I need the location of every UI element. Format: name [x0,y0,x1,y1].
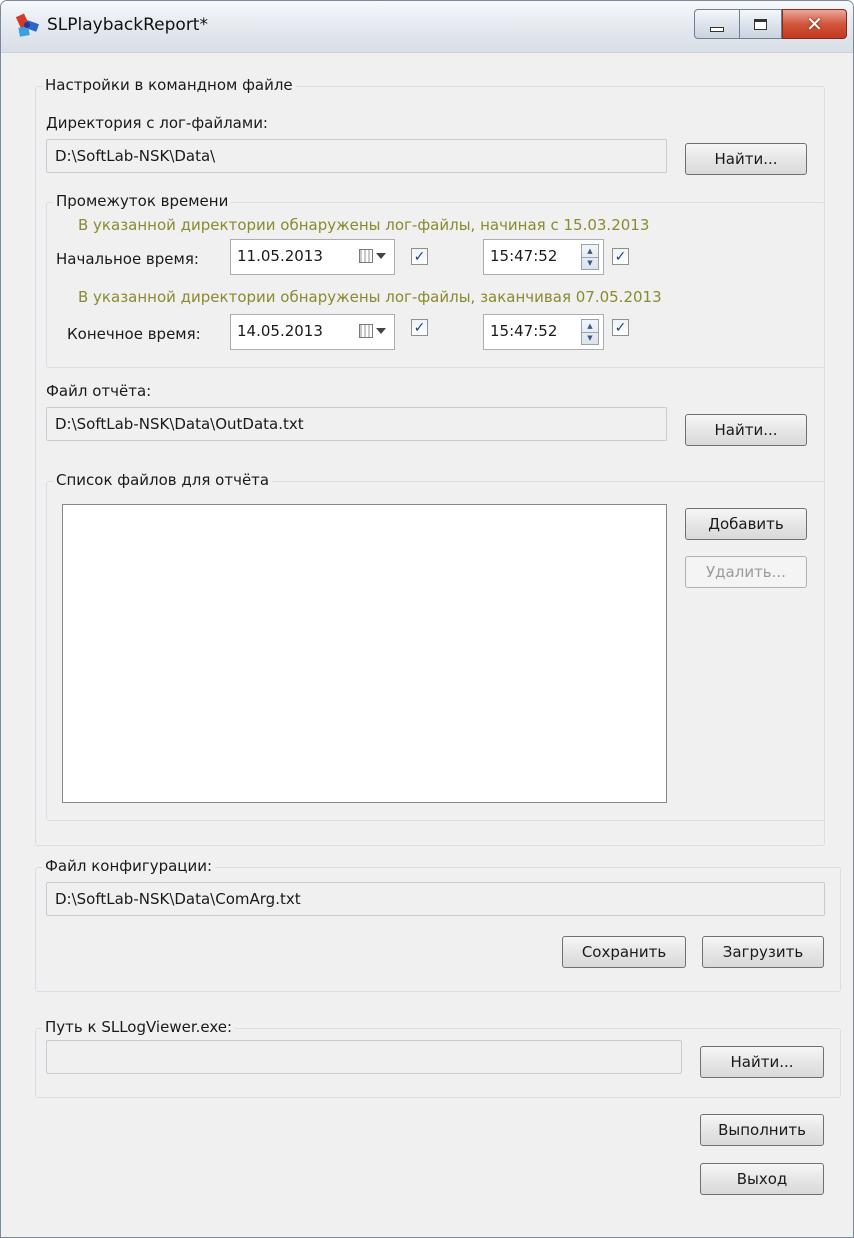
report-file-field[interactable]: D:\SoftLab-NSK\Data\OutData.txt [46,407,667,441]
report-file-label: Файл отчёта: [46,382,152,400]
start-date-calendar-button[interactable] [359,249,386,263]
start-date-value: 11.05.2013 [237,247,323,265]
maximize-button[interactable] [739,9,782,39]
spin-down-icon[interactable]: ▼ [582,256,598,270]
config-file-legend: Файл конфигурации: [42,857,216,875]
end-date-picker[interactable]: 14.05.2013 [230,314,395,350]
chevron-down-icon [376,328,386,334]
start-date-checkbox[interactable]: ✓ [411,248,428,265]
log-dir-browse-button[interactable]: Найти... [685,143,807,175]
file-list-legend: Список файлов для отчёта [53,471,273,489]
end-time-value: 15:47:52 [490,322,558,340]
window-title: SLPlaybackReport* [47,15,208,35]
command-settings-legend: Настройки в командном файле [42,76,296,94]
calendar-icon [359,249,373,263]
time-range-legend: Промежуток времени [53,192,232,210]
log-dir-field[interactable]: D:\SoftLab-NSK\Data\ [46,139,667,173]
end-date-checkbox[interactable]: ✓ [411,319,428,336]
check-icon: ✓ [413,319,426,336]
start-time-checkbox[interactable]: ✓ [612,248,629,265]
viewer-path-legend: Путь к SLLogViewer.exe: [42,1018,236,1036]
report-file-browse-button[interactable]: Найти... [685,414,807,446]
end-time-picker[interactable]: 15:47:52 ▲ ▼ [483,314,604,350]
end-hint-text: В указанной директории обнаружены лог-фа… [78,288,662,306]
start-time-picker[interactable]: 15:47:52 ▲ ▼ [483,239,604,275]
calendar-icon [359,324,373,338]
add-file-button[interactable]: Добавить [685,508,807,540]
spin-up-icon[interactable]: ▲ [582,320,598,332]
start-hint-text: В указанной директории обнаружены лог-фа… [78,216,650,234]
log-dir-label: Директория с лог-файлами: [46,114,268,132]
minimize-icon [710,26,724,32]
config-file-field[interactable]: D:\SoftLab-NSK\Data\ComArg.txt [46,882,825,916]
close-button[interactable]: ✕ [782,9,847,39]
remove-file-button[interactable]: Удалить... [685,556,807,588]
spin-up-icon[interactable]: ▲ [582,245,598,257]
spin-down-icon[interactable]: ▼ [582,331,598,345]
maximize-icon [754,18,767,30]
chevron-down-icon [376,253,386,259]
app-icon [15,13,40,37]
start-date-picker[interactable]: 11.05.2013 [230,239,395,275]
save-config-button[interactable]: Сохранить [562,936,686,968]
run-button[interactable]: Выполнить [700,1114,824,1146]
end-time-label: Конечное время: [67,325,201,343]
minimize-button[interactable] [694,9,739,39]
end-time-checkbox[interactable]: ✓ [612,319,629,336]
start-time-spinner[interactable]: ▲ ▼ [581,244,599,270]
start-time-value: 15:47:52 [490,247,558,265]
start-time-label: Начальное время: [56,250,199,268]
end-date-value: 14.05.2013 [237,322,323,340]
viewer-path-browse-button[interactable]: Найти... [700,1046,824,1078]
check-icon: ✓ [614,319,627,336]
end-time-spinner[interactable]: ▲ ▼ [581,319,599,345]
end-date-calendar-button[interactable] [359,324,386,338]
check-icon: ✓ [413,248,426,265]
report-file-list[interactable] [62,504,667,803]
title-bar[interactable]: SLPlaybackReport* ✕ [1,1,853,53]
load-config-button[interactable]: Загрузить [702,936,824,968]
viewer-path-field[interactable] [46,1040,682,1074]
exit-button[interactable]: Выход [700,1163,824,1195]
app-window: SLPlaybackReport* ✕ Настройки в командно… [0,0,854,1238]
check-icon: ✓ [614,248,627,265]
close-icon: ✕ [806,12,823,36]
